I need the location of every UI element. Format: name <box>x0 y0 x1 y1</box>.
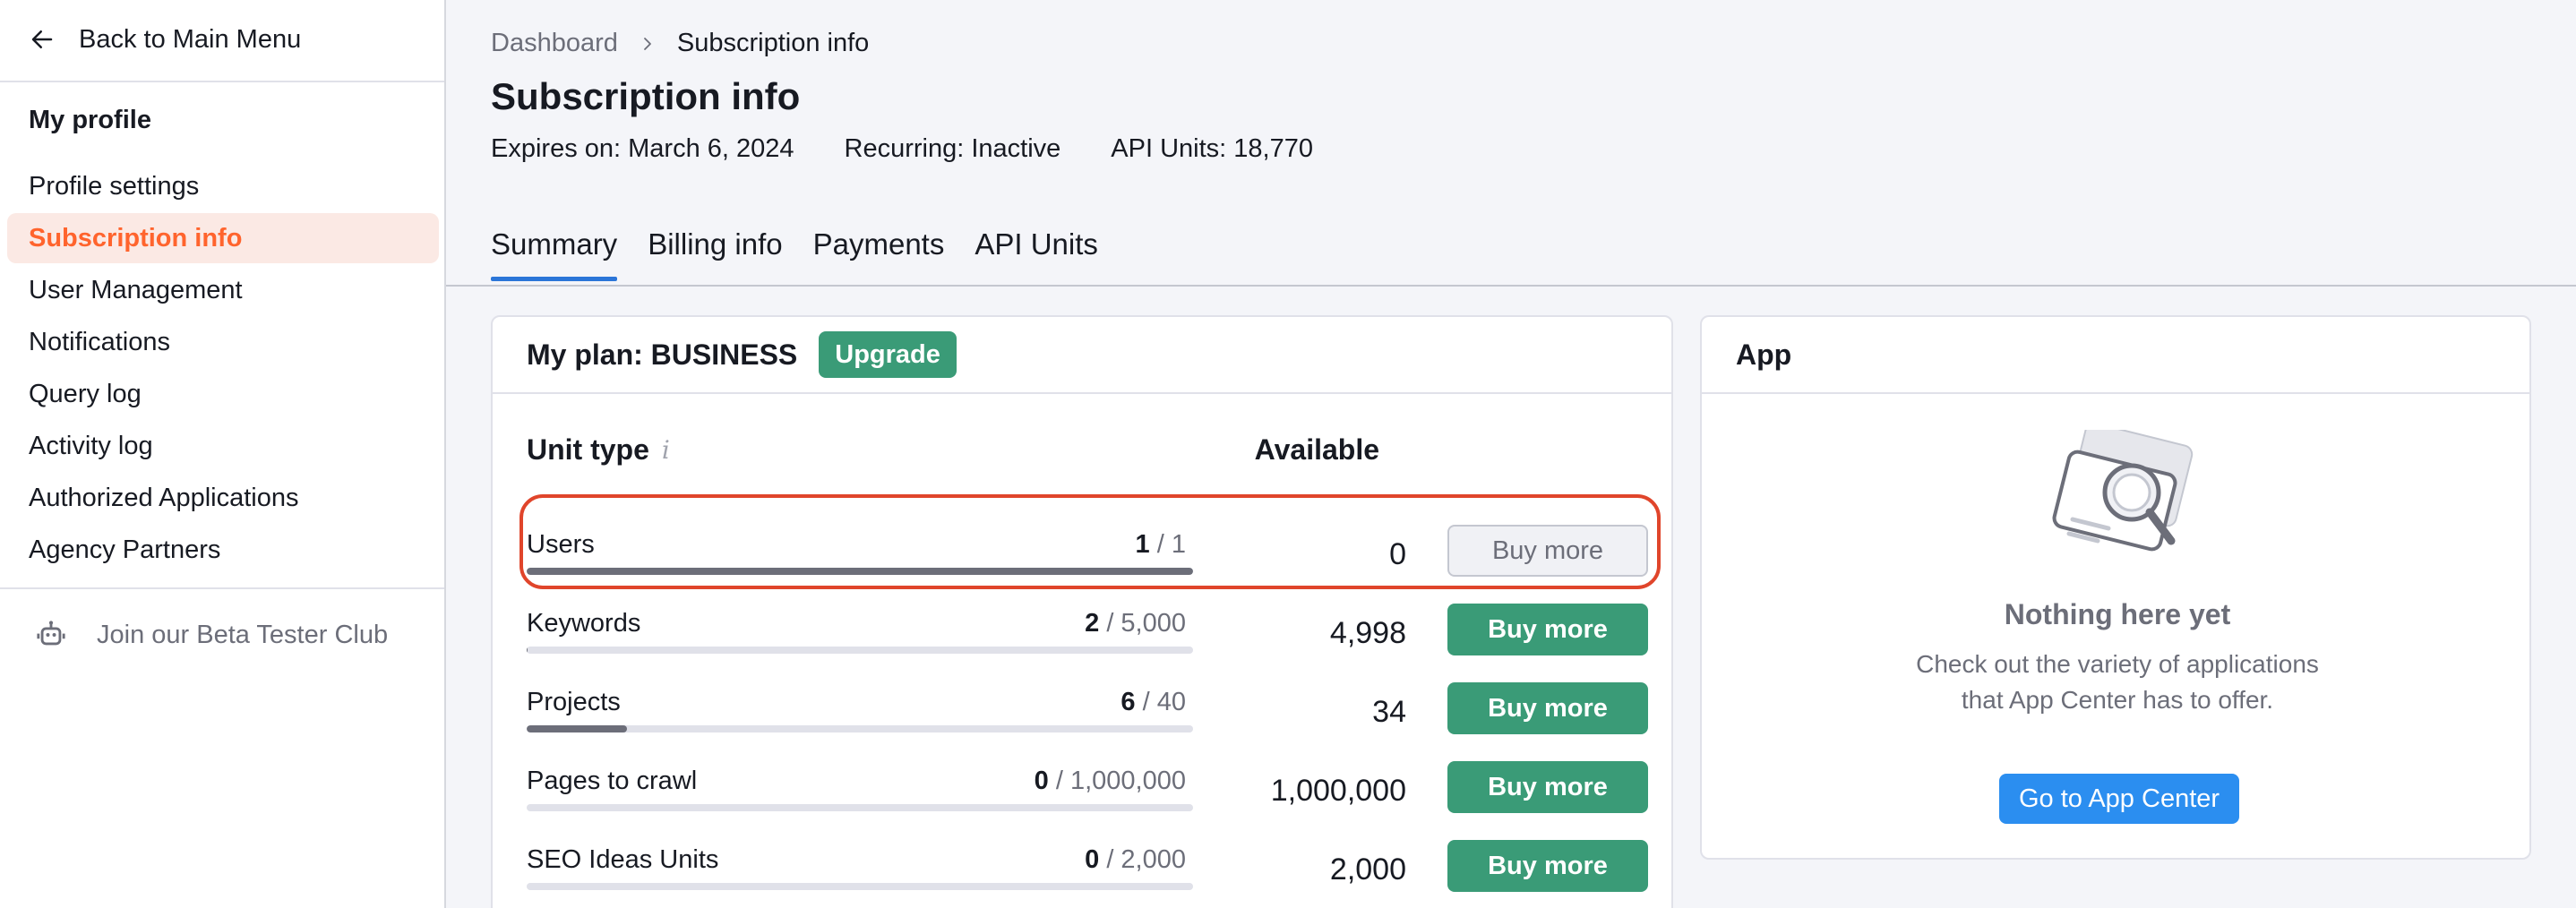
unit-usage: 2 / 5,000 <box>1085 609 1186 638</box>
buy-more-button[interactable]: Buy more <box>1447 840 1648 892</box>
buy-more-button[interactable]: Buy more <box>1447 761 1648 813</box>
empty-state-line: that App Center has to offer. <box>1961 686 2274 714</box>
sidebar-item-agency-partners[interactable]: Agency Partners <box>7 525 439 575</box>
sidebar: Back to Main Menu My profile Profile set… <box>0 0 446 908</box>
unit-usage: 1 / 1 <box>1135 530 1186 559</box>
sidebar-item-authorized-applications[interactable]: Authorized Applications <box>7 473 439 523</box>
table-row: Keywords 2 / 5,000 4,998 Buy more <box>527 604 1664 682</box>
unit-label: Keywords <box>527 609 641 638</box>
unit-label: Projects <box>527 688 621 716</box>
unit-available: 34 <box>1372 695 1406 729</box>
plan-title: My plan: BUSINESS <box>527 338 798 371</box>
table-row: Users 1 / 1 0 Buy more <box>527 525 1664 604</box>
api-units-balance: API Units: 18,770 <box>1111 134 1313 163</box>
unit-label: Users <box>527 530 595 559</box>
info-icon[interactable]: i <box>662 435 670 465</box>
unit-usage: 6 / 40 <box>1121 688 1186 716</box>
table-row: Projects 6 / 40 34 Buy more <box>527 682 1664 761</box>
app-card: App Nothing here yet Check out the varie… <box>1700 315 2531 860</box>
recurring-status: Recurring: Inactive <box>844 134 1061 163</box>
empty-state-text: Check out the variety of applications th… <box>1702 647 2529 718</box>
unit-usage: 0 / 1,000,000 <box>1034 767 1186 795</box>
back-label: Back to Main Menu <box>79 24 302 54</box>
table-row: SEO Ideas Units 0 / 2,000 2,000 Buy more <box>527 840 1664 908</box>
sidebar-item-activity-log[interactable]: Activity log <box>7 421 439 471</box>
buy-more-button[interactable]: Buy more <box>1447 604 1648 655</box>
unit-available: 1,000,000 <box>1270 774 1406 808</box>
tab-api-units[interactable]: API Units <box>975 227 1098 281</box>
plan-card-header: My plan: BUSINESS Upgrade <box>493 317 1671 394</box>
col-head-unit-type: Unit type i <box>527 433 670 467</box>
usage-bar <box>527 568 1193 575</box>
empty-state-title: Nothing here yet <box>2004 598 2231 630</box>
usage-bar <box>527 647 1193 654</box>
tab-summary[interactable]: Summary <box>491 227 618 281</box>
tabs-divider <box>446 285 2576 287</box>
unit-available: 4,998 <box>1329 616 1406 650</box>
breadcrumb-current: Subscription info <box>676 29 870 57</box>
sidebar-section-title: My profile <box>29 106 151 134</box>
col-head-available: Available <box>1254 433 1379 466</box>
unit-available: 0 <box>1389 537 1406 571</box>
usage-bar <box>527 725 1193 732</box>
sidebar-item-profile-settings[interactable]: Profile settings <box>7 161 439 211</box>
buy-more-button[interactable]: Buy more <box>1447 682 1648 734</box>
sidebar-item-query-log[interactable]: Query log <box>7 369 439 419</box>
sidebar-item-user-management[interactable]: User Management <box>7 265 439 315</box>
sidebar-item-notifications[interactable]: Notifications <box>7 317 439 367</box>
expiration-date: Expires on: March 6, 2024 <box>491 134 794 163</box>
beta-tester-club-link[interactable]: Join our Beta Tester Club <box>36 620 388 650</box>
breadcrumb: Dashboard Subscription info <box>491 29 869 58</box>
empty-state-line: Check out the variety of applications <box>1916 650 2319 678</box>
unit-available: 2,000 <box>1329 852 1406 887</box>
arrow-left-icon <box>31 30 53 48</box>
upgrade-button[interactable]: Upgrade <box>819 331 957 378</box>
buy-more-button[interactable]: Buy more <box>1447 525 1648 577</box>
sidebar-divider <box>0 81 444 82</box>
robot-icon <box>37 621 65 646</box>
beta-label: Join our Beta Tester Club <box>97 620 389 649</box>
app-card-title: App <box>1736 338 1792 371</box>
unit-label: SEO Ideas Units <box>527 845 719 874</box>
tab-bar: Summary Billing info Payments API Units <box>491 227 1098 281</box>
magnifier-illustration-icon <box>2052 430 2194 552</box>
back-to-main-menu-link[interactable]: Back to Main Menu <box>29 21 301 57</box>
usage-bar <box>527 883 1193 890</box>
breadcrumb-dashboard-link[interactable]: Dashboard <box>491 29 618 58</box>
sidebar-item-subscription-info[interactable]: Subscription info <box>7 213 439 263</box>
unit-type-label: Unit type <box>527 433 649 466</box>
page-title: Subscription info <box>491 75 801 117</box>
app-card-header: App <box>1702 317 2529 394</box>
table-row: Pages to crawl 0 / 1,000,000 1,000,000 B… <box>527 761 1664 840</box>
go-to-app-center-button[interactable]: Go to App Center <box>1999 774 2239 824</box>
unit-usage: 0 / 2,000 <box>1085 845 1186 874</box>
tab-payments[interactable]: Payments <box>813 227 945 281</box>
plan-card: My plan: BUSINESS Upgrade Unit type i Av… <box>491 315 1673 908</box>
tab-billing-info[interactable]: Billing info <box>648 227 782 281</box>
unit-label: Pages to crawl <box>527 767 698 795</box>
sidebar-divider <box>0 587 444 589</box>
chevron-right-icon <box>643 37 651 50</box>
usage-bar <box>527 804 1193 811</box>
subscription-meta: Expires on: March 6, 2024 Recurring: Ina… <box>491 134 1313 164</box>
